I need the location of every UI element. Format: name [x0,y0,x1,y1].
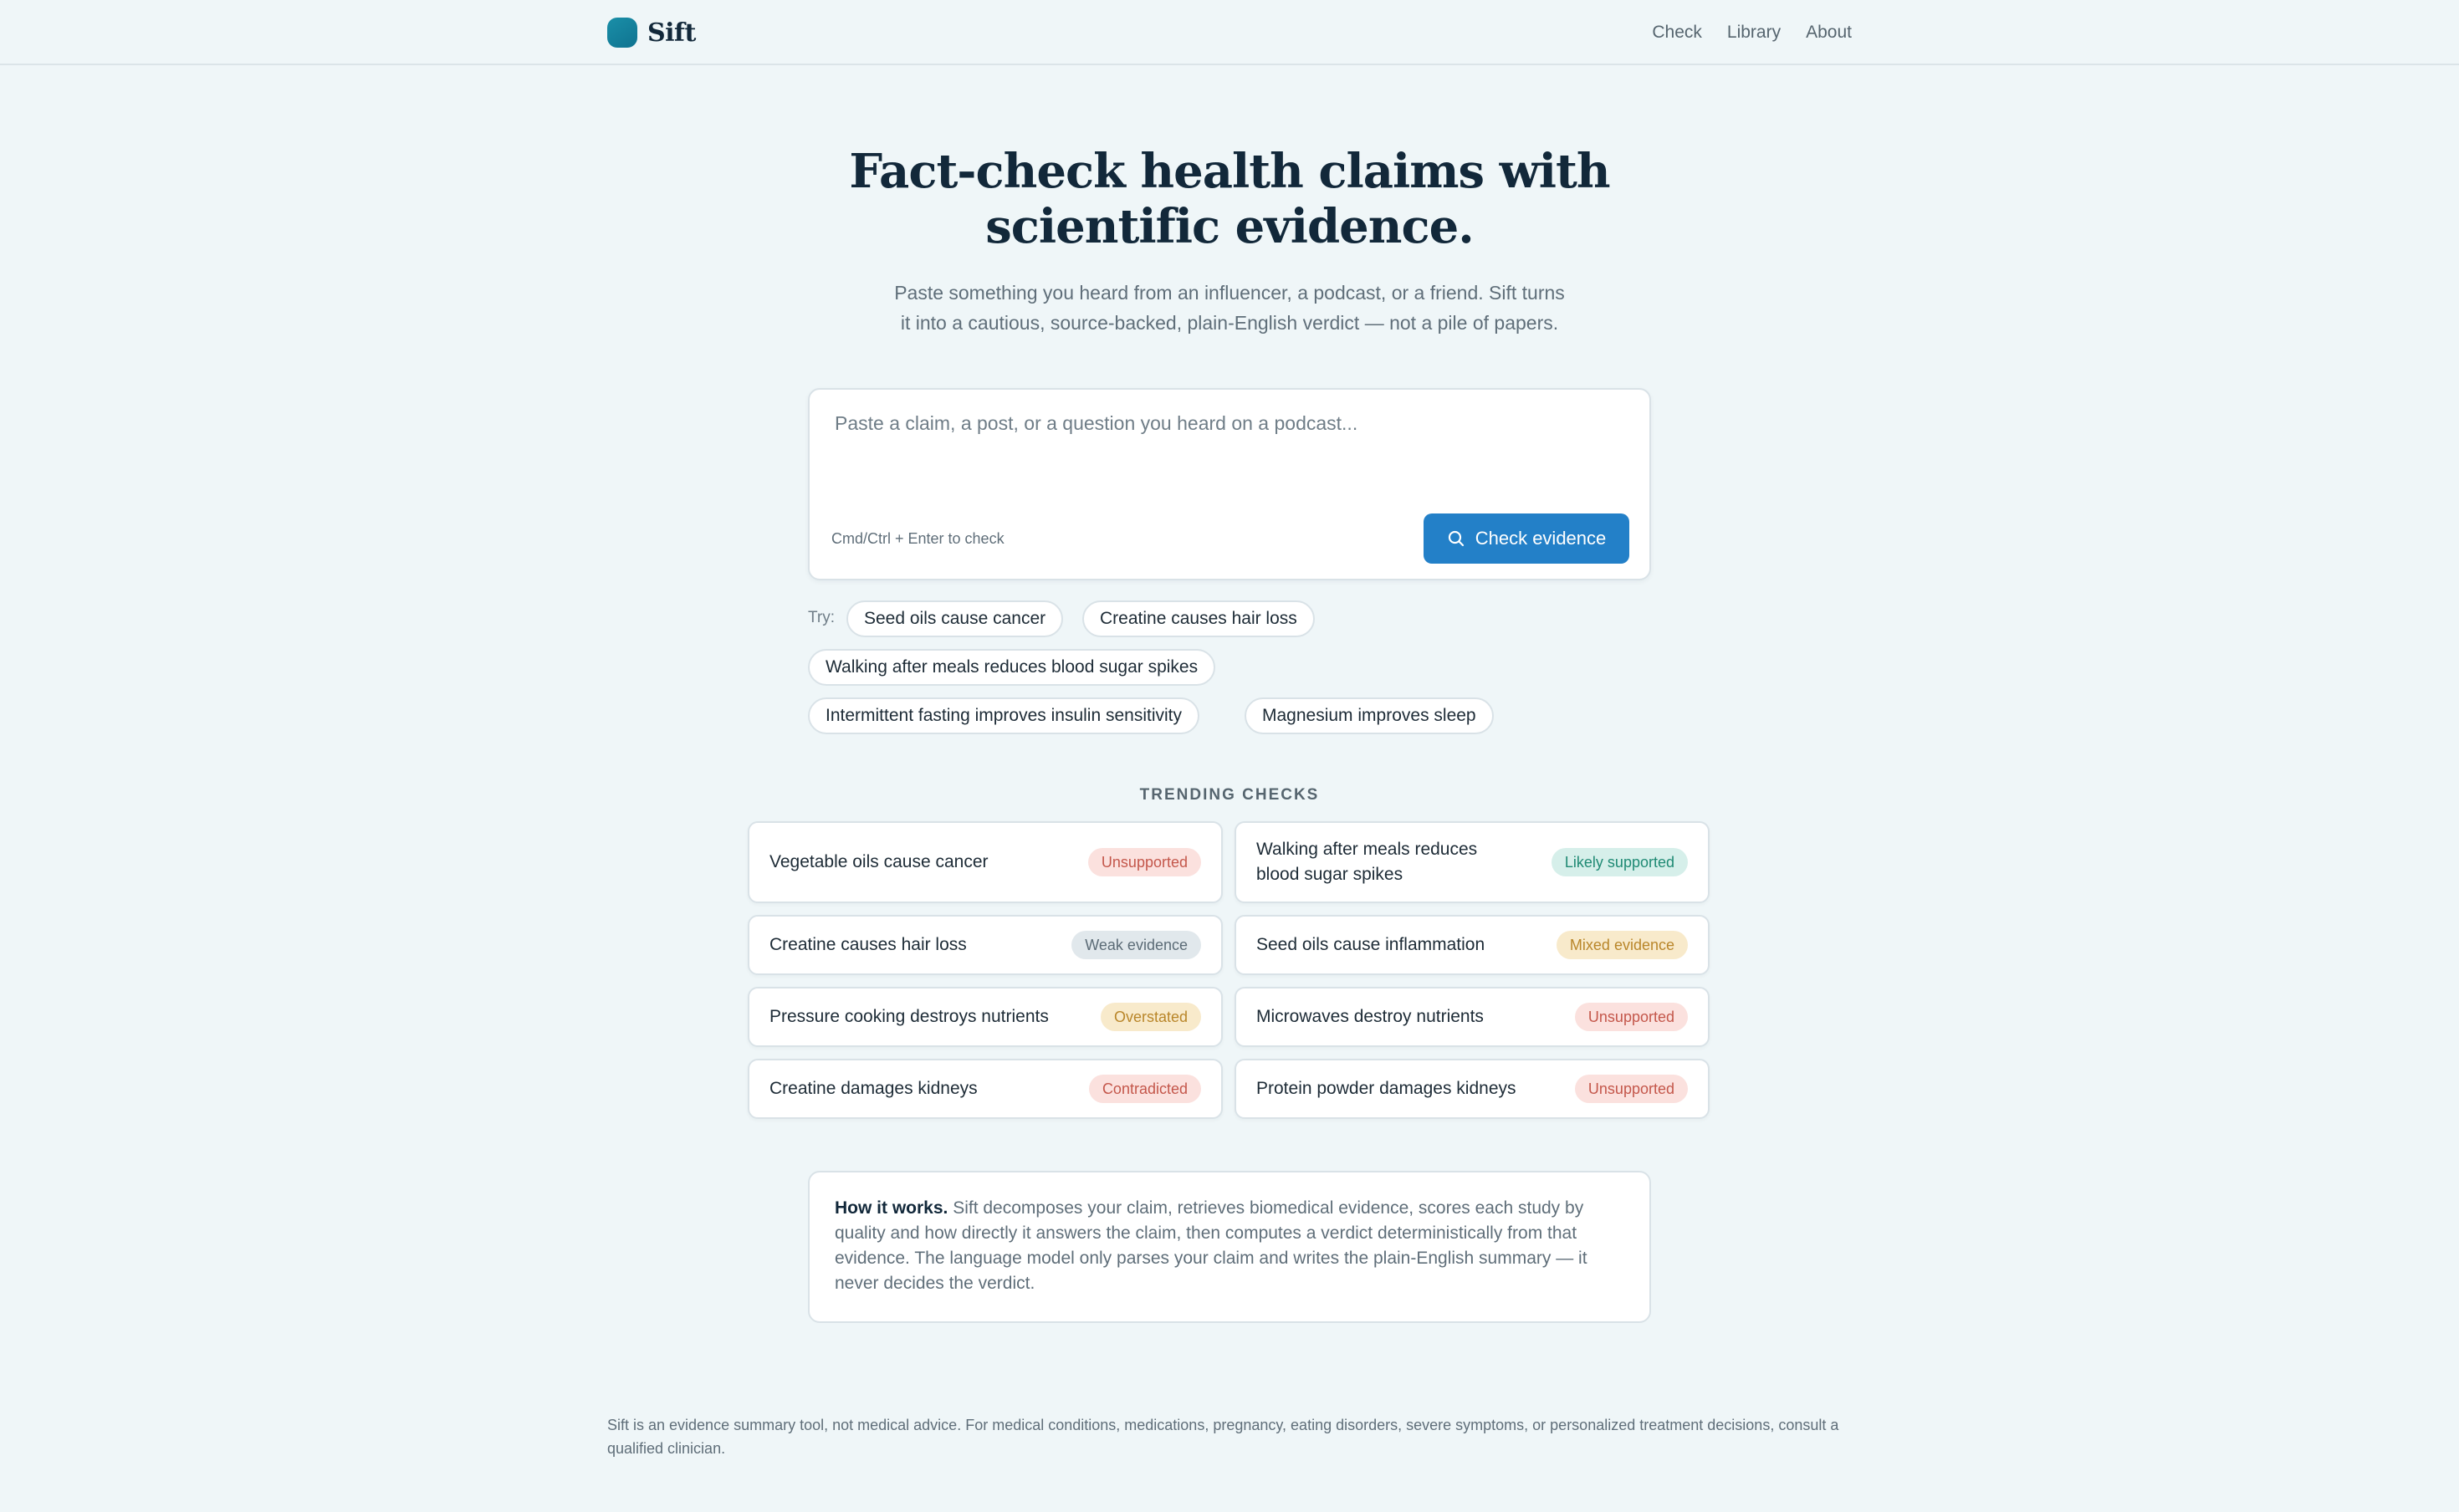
trending-card[interactable]: Microwaves destroy nutrients Unsupported [1235,987,1710,1047]
verdict-badge: Weak evidence [1071,931,1201,959]
trending-card[interactable]: Walking after meals reduces blood sugar … [1235,821,1710,903]
hero-title-line-1: Fact-check health claims with [849,144,1610,199]
logo-icon [607,18,637,48]
hero-subtitle-line-1: Paste something you heard from an influe… [894,282,1565,304]
brand-name: Sift [647,18,696,48]
trending-claim: Pressure cooking destroys nutrients [769,1007,1049,1026]
try-label: Try: [808,609,836,626]
trending-card[interactable]: Vegetable oils cause cancer Unsupported [748,821,1223,903]
how-it-works-card: How it works. Sift decomposes your claim… [808,1171,1651,1323]
verdict-badge: Contradicted [1088,1075,1201,1103]
trending-claim: Vegetable oils cause cancer [769,852,989,871]
trending-card[interactable]: Seed oils cause inflammation Mixed evide… [1235,915,1710,975]
trending-card[interactable]: Protein powder damages kidneys Unsupport… [1235,1059,1710,1119]
suggestion-chip[interactable]: Intermittent fasting improves insulin se… [808,697,1199,734]
claim-input[interactable] [835,410,1621,493]
verdict-badge: Unsupported [1574,1075,1688,1103]
nav-library[interactable]: Library [1727,23,1781,43]
hero-title: Fact-check health claims with scientific… [728,144,1731,254]
top-header: Sift Check Library About [0,0,2459,65]
trending-card[interactable]: Pressure cooking destroys nutrients Over… [748,987,1223,1047]
trending-claim: Microwaves destroy nutrients [1256,1007,1484,1026]
suggestion-chip[interactable]: Magnesium improves sleep [1245,697,1494,734]
hero-subtitle-line-2: it into a cautious, source-backed, plain… [900,312,1559,334]
verdict-badge: Unsupported [1574,1003,1688,1031]
trending-checks-title: TRENDING CHECKS [1139,786,1320,804]
verdict-badge: Mixed evidence [1556,931,1688,959]
verdict-badge: Overstated [1100,1003,1201,1031]
keyboard-hint: Cmd/Ctrl + Enter to check [831,530,1005,547]
brand-logo-link[interactable]: Sift [607,17,696,49]
trending-claim: Creatine damages kidneys [769,1079,978,1098]
hero-subtitle: Paste something you heard from an influe… [861,278,1598,338]
trending-claim: Seed oils cause inflammation [1256,935,1485,954]
search-icon [1448,530,1464,547]
trending-claim: Protein powder damages kidneys [1256,1079,1516,1098]
suggestion-chip[interactable]: Walking after meals reduces blood sugar … [808,649,1216,686]
how-it-works-heading: How it works. [835,1198,953,1218]
trending-card[interactable]: Creatine damages kidneys Contradicted [748,1059,1223,1119]
page: Sift Check Library About Fact-check heal… [0,0,2459,1512]
trending-claim: Creatine causes hair loss [769,935,967,954]
main-nav: Check Library About [1652,17,1852,49]
check-evidence-label: Check evidence [1475,528,1607,549]
hero-title-line-2: scientific evidence. [985,199,1475,254]
nav-about[interactable]: About [1806,23,1852,43]
check-evidence-button[interactable]: Check evidence [1424,513,1629,564]
suggestion-chip[interactable]: Seed oils cause cancer [846,600,1064,637]
claim-input-card: Cmd/Ctrl + Enter to check Check evidence [808,388,1651,580]
suggestion-chip[interactable]: Creatine causes hair loss [1082,600,1315,637]
nav-check[interactable]: Check [1652,23,1702,43]
verdict-badge: Likely supported [1551,848,1688,876]
trending-card[interactable]: Creatine causes hair loss Weak evidence [748,915,1223,975]
verdict-badge: Unsupported [1087,848,1201,876]
trending-claim: Walking after meals reduces blood sugar … [1256,840,1478,884]
medical-disclaimer: Sift is an evidence summary tool, not me… [607,1417,1839,1457]
